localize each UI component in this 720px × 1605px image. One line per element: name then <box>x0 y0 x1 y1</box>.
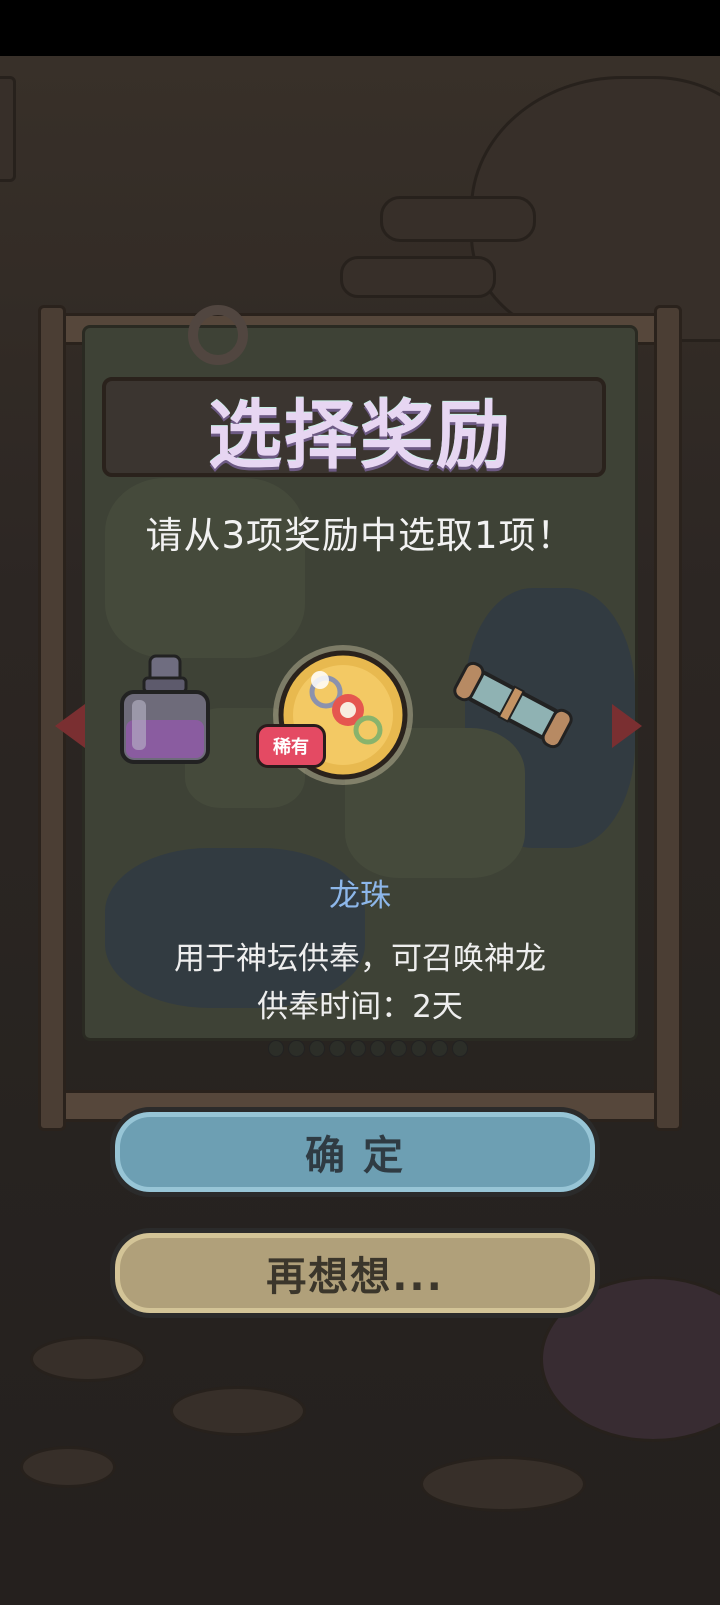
game-screen: 选择奖励 请从3项奖励中选取1项！ 稀有 龙珠 用于神坛供奉，可召唤神龙 供奉时… <box>0 0 720 1605</box>
confirm-button-label: 确 定 <box>305 1133 405 1179</box>
selected-item-name: 龙珠 <box>329 878 391 914</box>
next-arrow-icon[interactable] <box>612 704 642 748</box>
reconsider-button[interactable]: 再想想... <box>110 1228 600 1318</box>
dialog-subtitle: 请从3项奖励中选取1项！ <box>145 514 575 557</box>
status-bar <box>0 0 720 56</box>
potion-bottle-icon <box>120 654 210 764</box>
rarity-badge-label: 稀有 <box>273 737 309 758</box>
reward-item-potion[interactable] <box>110 650 220 770</box>
frame-ring-ornament <box>188 305 248 365</box>
rarity-badge: 稀有 <box>256 724 326 768</box>
frame-right-post <box>654 305 682 1131</box>
confirm-button[interactable]: 确 定 <box>110 1107 600 1197</box>
reconsider-button-label: 再想想... <box>266 1254 444 1300</box>
previous-arrow-icon[interactable] <box>55 704 85 748</box>
selected-item-description-block: 用于神坛供奉，可召唤神龙 供奉时间：2天 <box>110 935 610 1031</box>
page-indicator <box>268 1040 469 1057</box>
reward-item-dragon-orb[interactable]: 稀有 <box>256 640 418 790</box>
scroll-icon <box>453 661 573 749</box>
selected-item-offering-time: 供奉时间：2天 <box>257 989 463 1025</box>
selected-item-description: 用于神坛供奉，可召唤神龙 <box>174 941 546 977</box>
dialog-title: 选择奖励 <box>208 393 512 479</box>
reward-item-scroll[interactable] <box>448 660 578 750</box>
